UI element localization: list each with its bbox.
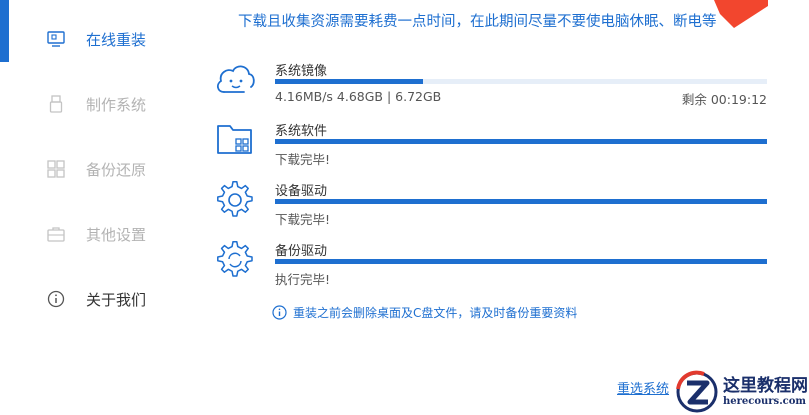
gear-icon (217, 181, 253, 217)
sidebar-item-label: 其他设置 (86, 225, 147, 244)
sidebar-item-about-us[interactable]: 关于我们 (47, 287, 146, 311)
sidebar-item-backup-restore[interactable]: 备份还原 (47, 157, 146, 181)
task-status: 执行完毕! (275, 272, 331, 287)
task-name: 设备驱动 (275, 184, 328, 199)
task-device-driver: 设备驱动 下载完毕! (214, 180, 774, 232)
task-status: 下载完毕! (275, 212, 331, 227)
task-name: 系统软件 (275, 124, 328, 139)
backup-warning-text: 重装之前会删除桌面及C盘文件，请及时备份重要资料 (293, 306, 578, 320)
download-notice-message: 下载且收集资源需要耗费一点时间，在此期间尽量不要使电脑休眠、断电等 (238, 14, 717, 30)
info-icon (47, 290, 65, 308)
progress-fill (275, 199, 767, 204)
sidebar-active-indicator (0, 0, 9, 62)
progress-bar (275, 139, 767, 144)
progress-fill (275, 79, 423, 84)
sidebar: 在线重装 制作系统 备份还原 其他设置 关于我们 (0, 0, 190, 415)
monitor-icon (47, 30, 65, 48)
task-name: 系统镜像 (275, 64, 328, 79)
sidebar-item-label: 关于我们 (86, 290, 147, 309)
watermark-title: 这里教程网 (723, 375, 808, 396)
task-status: 下载完毕! (275, 152, 331, 167)
progress-fill (275, 139, 767, 144)
sidebar-item-online-reinstall[interactable]: 在线重装 (47, 27, 146, 51)
briefcase-icon (47, 225, 65, 243)
watermark-logo-icon (676, 370, 718, 412)
gear-refresh-icon (217, 241, 253, 277)
task-backup-driver: 备份驱动 执行完毕! (214, 240, 774, 292)
task-system-software: 系统软件 下载完毕! (214, 120, 774, 172)
progress-bar (275, 259, 767, 264)
sidebar-item-make-system[interactable]: 制作系统 (47, 92, 146, 116)
sidebar-item-label: 在线重装 (86, 30, 147, 49)
sidebar-item-label: 制作系统 (86, 95, 147, 114)
folder-apps-icon (217, 125, 252, 154)
watermark: 这里教程网 herecours.com (672, 368, 809, 415)
progress-bar (275, 199, 767, 204)
sidebar-item-label: 备份还原 (86, 160, 147, 179)
watermark-url: herecours.com (723, 395, 807, 407)
sidebar-item-other-settings[interactable]: 其他设置 (47, 222, 146, 246)
backup-warning: 重装之前会删除桌面及C盘文件，请及时备份重要资料 (272, 304, 577, 321)
progress-bar (275, 79, 767, 84)
task-name: 备份驱动 (275, 244, 328, 259)
reselect-system-link[interactable]: 重选系统 (617, 378, 673, 397)
task-system-image: 系统镜像 4.16MB/s 4.68GB | 6.72GB 剩余 00:19:1… (214, 60, 774, 112)
usb-icon (47, 95, 65, 113)
grid-icon (47, 160, 65, 178)
red-arrow-icon (714, 0, 768, 28)
progress-fill (275, 259, 767, 264)
cloud-face-icon (217, 65, 255, 93)
info-icon (272, 305, 287, 320)
task-status: 4.16MB/s 4.68GB | 6.72GB (275, 89, 442, 104)
task-remaining-time: 剩余 00:19:12 (681, 92, 767, 107)
